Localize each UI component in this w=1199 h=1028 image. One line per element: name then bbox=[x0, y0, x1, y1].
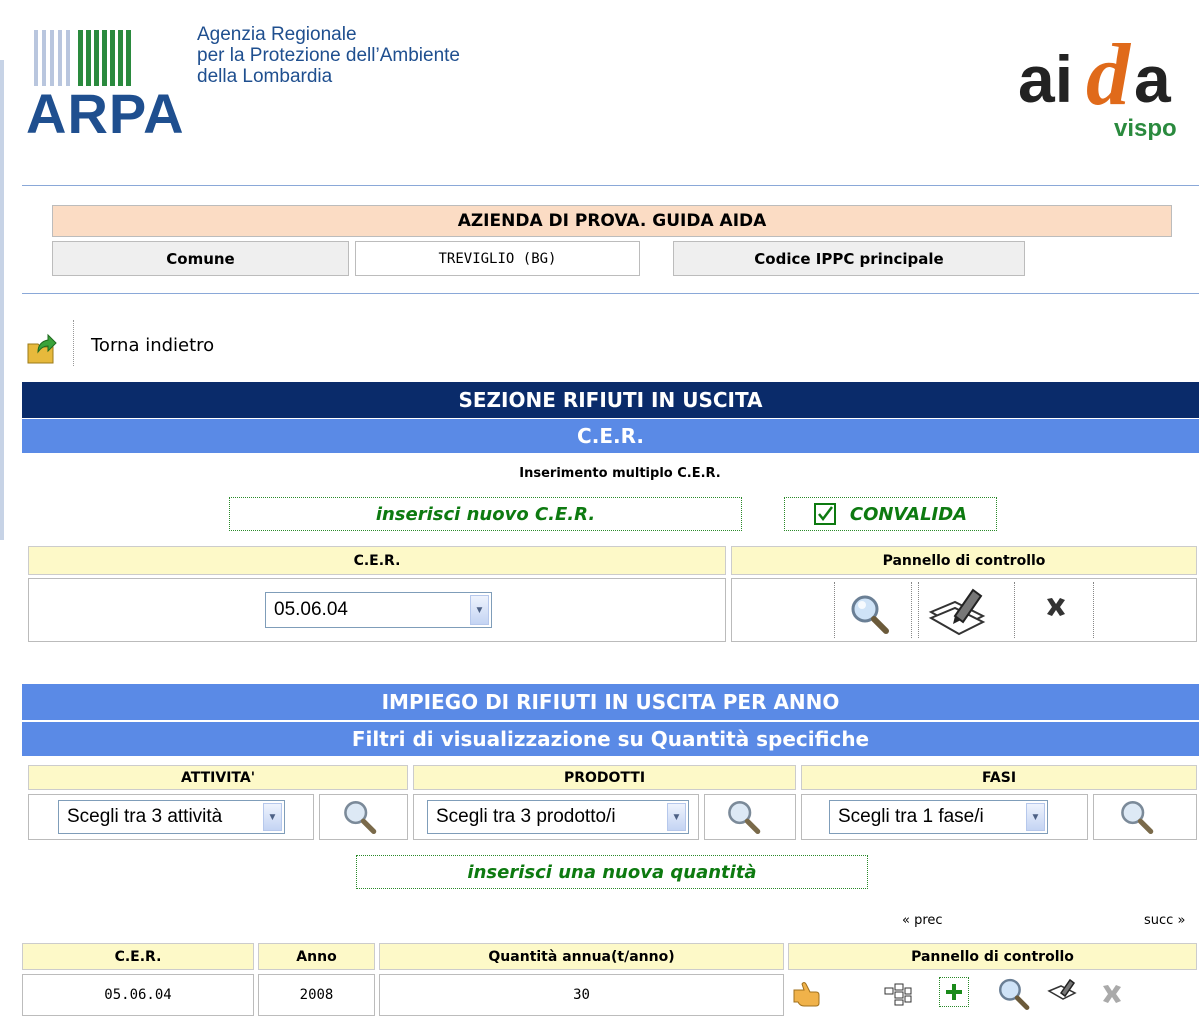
checkbox-icon bbox=[813, 503, 836, 525]
back-icon[interactable] bbox=[24, 330, 64, 366]
add-icon[interactable] bbox=[939, 977, 969, 1007]
delete-icon[interactable] bbox=[1100, 982, 1124, 1010]
chevron-down-icon[interactable]: ▼ bbox=[1026, 803, 1045, 831]
panel-separator bbox=[911, 582, 912, 638]
delete-icon[interactable] bbox=[1044, 595, 1068, 623]
next-page-link[interactable]: succ » bbox=[1144, 913, 1185, 928]
search-icon[interactable] bbox=[996, 976, 1032, 1014]
prodotti-select-value: Scegli tra 3 prodotto/i bbox=[436, 806, 616, 827]
panel-separator bbox=[834, 582, 835, 638]
fasi-select[interactable]: Scegli tra 1 fase/i ▼ bbox=[829, 800, 1048, 834]
attivita-select[interactable]: Scegli tra 3 attività ▼ bbox=[58, 800, 285, 834]
company-name: AZIENDA DI PROVA. GUIDA AIDA bbox=[52, 205, 1172, 237]
edit-icon[interactable] bbox=[1046, 976, 1080, 1010]
cer-select[interactable]: 05.06.04 ▼ bbox=[265, 592, 492, 628]
chevron-down-icon[interactable]: ▼ bbox=[667, 803, 686, 831]
table-header-panel: Pannello di controllo bbox=[788, 943, 1197, 970]
agency-line-3: della Lombardia bbox=[197, 66, 333, 87]
aida-logo-d: d bbox=[1086, 27, 1132, 124]
panel-separator bbox=[1093, 582, 1094, 638]
aida-logo: ai d a vispo bbox=[1016, 20, 1191, 142]
fasi-select-value: Scegli tra 1 fase/i bbox=[838, 806, 984, 827]
pointing-hand-icon bbox=[790, 978, 822, 1014]
prev-page-link[interactable]: « prec bbox=[902, 913, 943, 928]
chevron-down-icon[interactable]: ▼ bbox=[470, 595, 489, 625]
back-separator bbox=[73, 320, 74, 366]
prodotti-select[interactable]: Scegli tra 3 prodotto/i ▼ bbox=[427, 800, 689, 834]
edit-icon[interactable] bbox=[925, 582, 993, 646]
aida-logo-sub: vispo bbox=[1114, 115, 1177, 140]
left-edge-strip bbox=[0, 60, 4, 540]
table-cell-cer: 05.06.04 bbox=[22, 974, 254, 1016]
aida-logo-left: ai bbox=[1018, 42, 1073, 116]
insert-new-cer-button[interactable]: inserisci nuovo C.E.R. bbox=[229, 497, 742, 531]
arpa-logo-text: ARPA bbox=[26, 82, 185, 145]
table-grid-icon[interactable] bbox=[884, 982, 912, 1010]
table-cell-quantita: 30 bbox=[379, 974, 784, 1016]
cer-column-header: C.E.R. bbox=[28, 546, 726, 575]
search-icon[interactable] bbox=[1117, 798, 1157, 838]
agency-line-1: Agenzia Regionale bbox=[197, 24, 357, 45]
panel-separator bbox=[918, 582, 919, 638]
filter-header-fasi: FASI bbox=[801, 765, 1197, 790]
header-divider bbox=[22, 185, 1199, 186]
filters-title: Filtri di visualizzazione su Quantità sp… bbox=[22, 722, 1199, 756]
agency-name: Agenzia Regionale per la Protezione dell… bbox=[197, 24, 460, 87]
cer-select-value: 05.06.04 bbox=[274, 599, 348, 620]
arpa-bars-graphic bbox=[34, 30, 131, 86]
convalida-label: CONVALIDA bbox=[849, 503, 968, 525]
attivita-select-value: Scegli tra 3 attività bbox=[67, 806, 223, 827]
impiego-title: IMPIEGO DI RIFIUTI IN USCITA PER ANNO bbox=[22, 684, 1199, 720]
panel-separator bbox=[1014, 582, 1015, 638]
back-link[interactable]: Torna indietro bbox=[91, 335, 214, 356]
insert-quantity-button[interactable]: inserisci una nuova quantità bbox=[356, 855, 868, 889]
panel-column-header: Pannello di controllo bbox=[731, 546, 1197, 575]
section-title: SEZIONE RIFIUTI IN USCITA bbox=[22, 382, 1199, 418]
search-icon[interactable] bbox=[340, 798, 380, 838]
table-cell-anno: 2008 bbox=[258, 974, 375, 1016]
filter-header-prodotti: PRODOTTI bbox=[413, 765, 796, 790]
search-icon[interactable] bbox=[724, 798, 764, 838]
aida-logo-right: a bbox=[1134, 42, 1172, 116]
agency-line-2: per la Protezione dell’Ambiente bbox=[197, 45, 460, 66]
filter-header-attivita: ATTIVITA' bbox=[28, 765, 408, 790]
comune-label: Comune bbox=[52, 241, 349, 276]
chevron-down-icon[interactable]: ▼ bbox=[263, 803, 282, 831]
section-subtitle: C.E.R. bbox=[22, 419, 1199, 453]
company-divider bbox=[22, 293, 1199, 294]
table-header-anno: Anno bbox=[258, 943, 375, 970]
table-header-cer: C.E.R. bbox=[22, 943, 254, 970]
multi-insert-caption: Inserimento multiplo C.E.R. bbox=[519, 466, 721, 481]
ippc-label: Codice IPPC principale bbox=[673, 241, 1025, 276]
convalida-button[interactable]: CONVALIDA bbox=[784, 497, 997, 531]
comune-value: TREVIGLIO (BG) bbox=[355, 241, 640, 276]
search-icon[interactable] bbox=[848, 592, 892, 638]
table-header-quantita: Quantità annua(t/anno) bbox=[379, 943, 784, 970]
